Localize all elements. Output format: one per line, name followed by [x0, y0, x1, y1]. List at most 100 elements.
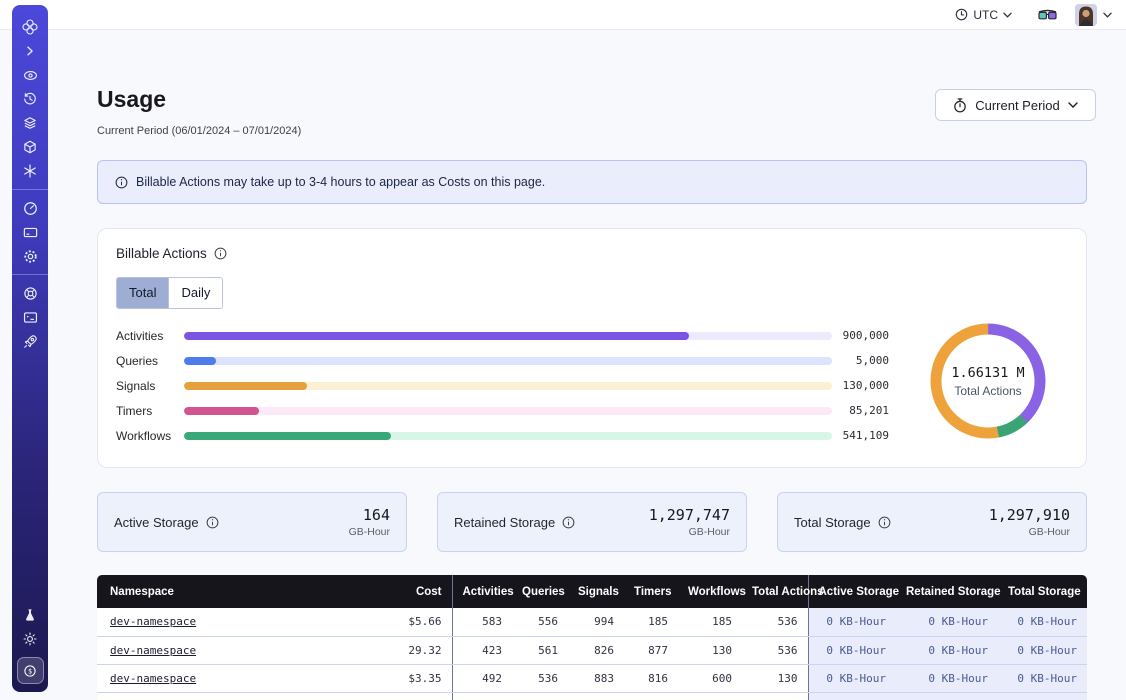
settings-gear-icon[interactable] — [17, 244, 43, 268]
col-namespace[interactable]: Namespace — [97, 575, 347, 608]
tab-total[interactable]: Total — [117, 278, 168, 308]
billable-actions-title-text: Billable Actions — [116, 246, 207, 261]
bar-fill — [184, 357, 216, 365]
table-row-partial — [97, 692, 1087, 700]
support-lifebuoy-icon[interactable] — [17, 281, 43, 305]
cell-queries: 536 — [512, 664, 568, 692]
table-row: dev-namespace 29.32 423 561 826 877 130 … — [97, 636, 1087, 664]
active-storage-card: Active Storage 164 GB-Hour — [97, 492, 407, 552]
cell-signals: 883 — [568, 664, 624, 692]
layers-icon[interactable] — [17, 111, 43, 135]
donut-total-label: Total Actions — [954, 384, 1021, 398]
col-timers[interactable]: Timers — [624, 575, 678, 608]
asterisk-icon[interactable] — [17, 159, 43, 183]
lab-flask-icon[interactable] — [17, 603, 43, 627]
namespaces-eye-icon[interactable] — [17, 63, 43, 87]
info-icon[interactable] — [562, 516, 575, 529]
col-total-storage[interactable]: Total Storage — [998, 575, 1087, 608]
info-icon[interactable] — [214, 247, 227, 260]
usage-gauge-icon[interactable] — [17, 196, 43, 220]
stat-value: 1,297,910 — [989, 506, 1070, 524]
stopwatch-icon — [953, 98, 967, 113]
period-dropdown-label: Current Period — [975, 98, 1060, 113]
col-active-storage[interactable]: Active Storage — [808, 575, 896, 608]
col-total-actions[interactable]: Total Actions — [742, 575, 808, 608]
cell-queries: 561 — [512, 636, 568, 664]
cell-total-storage: 0 KB-Hour — [998, 664, 1087, 692]
cell-timers: 816 — [624, 664, 678, 692]
bar-fill — [184, 382, 307, 390]
bar-value: 900,000 — [832, 329, 889, 342]
bar-value: 541,109 — [832, 429, 889, 442]
cell-cost: 29.32 — [347, 636, 452, 664]
table-header-row: Namespace Cost Activities Queries Signal… — [97, 575, 1087, 608]
cell-activities: 492 — [452, 664, 512, 692]
cell-workflows: 600 — [678, 664, 742, 692]
usage-coin-active[interactable]: $ — [17, 657, 44, 684]
col-retained-storage[interactable]: Retained Storage — [896, 575, 998, 608]
cell-total-actions: 130 — [742, 664, 808, 692]
stat-label: Retained Storage — [454, 515, 575, 530]
namespace-link[interactable]: dev-namespace — [110, 615, 196, 628]
stat-label-text: Total Storage — [794, 515, 871, 530]
cell-cost: $5.66 — [347, 608, 452, 636]
svg-text:$: $ — [28, 667, 32, 675]
info-icon[interactable] — [878, 516, 891, 529]
chevron-expand-icon[interactable] — [17, 39, 43, 63]
col-activities[interactable]: Activities — [452, 575, 512, 608]
info-icon[interactable] — [206, 516, 219, 529]
chevron-down-icon — [1068, 102, 1078, 108]
top-bar: UTC — [0, 0, 1126, 30]
bar-fill — [184, 332, 689, 340]
bar-row-workflows: Workflows 541,109 — [116, 423, 889, 448]
bar-value: 130,000 — [832, 379, 889, 392]
col-workflows[interactable]: Workflows — [678, 575, 742, 608]
timezone-label: UTC — [973, 8, 998, 22]
timezone-dropdown[interactable]: UTC — [955, 8, 1012, 22]
col-signals[interactable]: Signals — [568, 575, 624, 608]
cell-activities: 583 — [452, 608, 512, 636]
bar-label: Activities — [116, 329, 184, 343]
rocket-icon[interactable] — [17, 329, 43, 353]
stat-value: 1,297,747 — [649, 506, 730, 524]
namespace-link[interactable]: dev-namespace — [110, 672, 196, 685]
cube-icon[interactable] — [17, 135, 43, 159]
stat-label: Total Storage — [794, 515, 891, 530]
bar-track — [184, 432, 832, 440]
bar-row-queries: Queries 5,000 — [116, 348, 889, 373]
stat-label: Active Storage — [114, 515, 219, 530]
cell-retained-storage: 0 KB-Hour — [896, 636, 998, 664]
table-row: dev-namespace $5.66 583 556 994 185 185 … — [97, 608, 1087, 636]
info-icon — [115, 176, 128, 189]
user-menu[interactable] — [1075, 4, 1112, 26]
billable-actions-card: Billable Actions Total Daily Activities … — [97, 228, 1087, 468]
clock-icon — [955, 8, 968, 21]
terminal-icon[interactable] — [17, 305, 43, 329]
theme-sun-icon[interactable] — [17, 627, 43, 651]
bar-track — [184, 357, 832, 365]
stat-label-text: Active Storage — [114, 515, 199, 530]
cell-timers: 185 — [624, 608, 678, 636]
tab-daily[interactable]: Daily — [168, 278, 222, 308]
page-subtitle: Current Period (06/01/2024 – 07/01/2024) — [97, 125, 301, 137]
cell-cost: $3.35 — [347, 664, 452, 692]
temporal-logo-icon[interactable] — [17, 15, 43, 39]
stat-unit: GB-Hour — [989, 526, 1070, 538]
bar-fill — [184, 432, 391, 440]
col-cost[interactable]: Cost — [347, 575, 452, 608]
cell-signals: 826 — [568, 636, 624, 664]
col-queries[interactable]: Queries — [512, 575, 568, 608]
bar-label: Signals — [116, 379, 184, 393]
sidebar-divider — [12, 189, 48, 190]
cell-workflows: 130 — [678, 636, 742, 664]
period-dropdown-button[interactable]: Current Period — [935, 89, 1096, 121]
history-clock-icon[interactable] — [17, 87, 43, 111]
total-storage-card: Total Storage 1,297,910 GB-Hour — [777, 492, 1087, 552]
glasses-button[interactable] — [1038, 9, 1057, 21]
stat-label-text: Retained Storage — [454, 515, 555, 530]
avatar — [1075, 4, 1097, 26]
cell-total-storage: 0 KB-Hour — [998, 636, 1087, 664]
namespace-link[interactable]: dev-namespace — [110, 644, 196, 657]
billing-card-icon[interactable] — [17, 220, 43, 244]
bar-row-signals: Signals 130,000 — [116, 373, 889, 398]
